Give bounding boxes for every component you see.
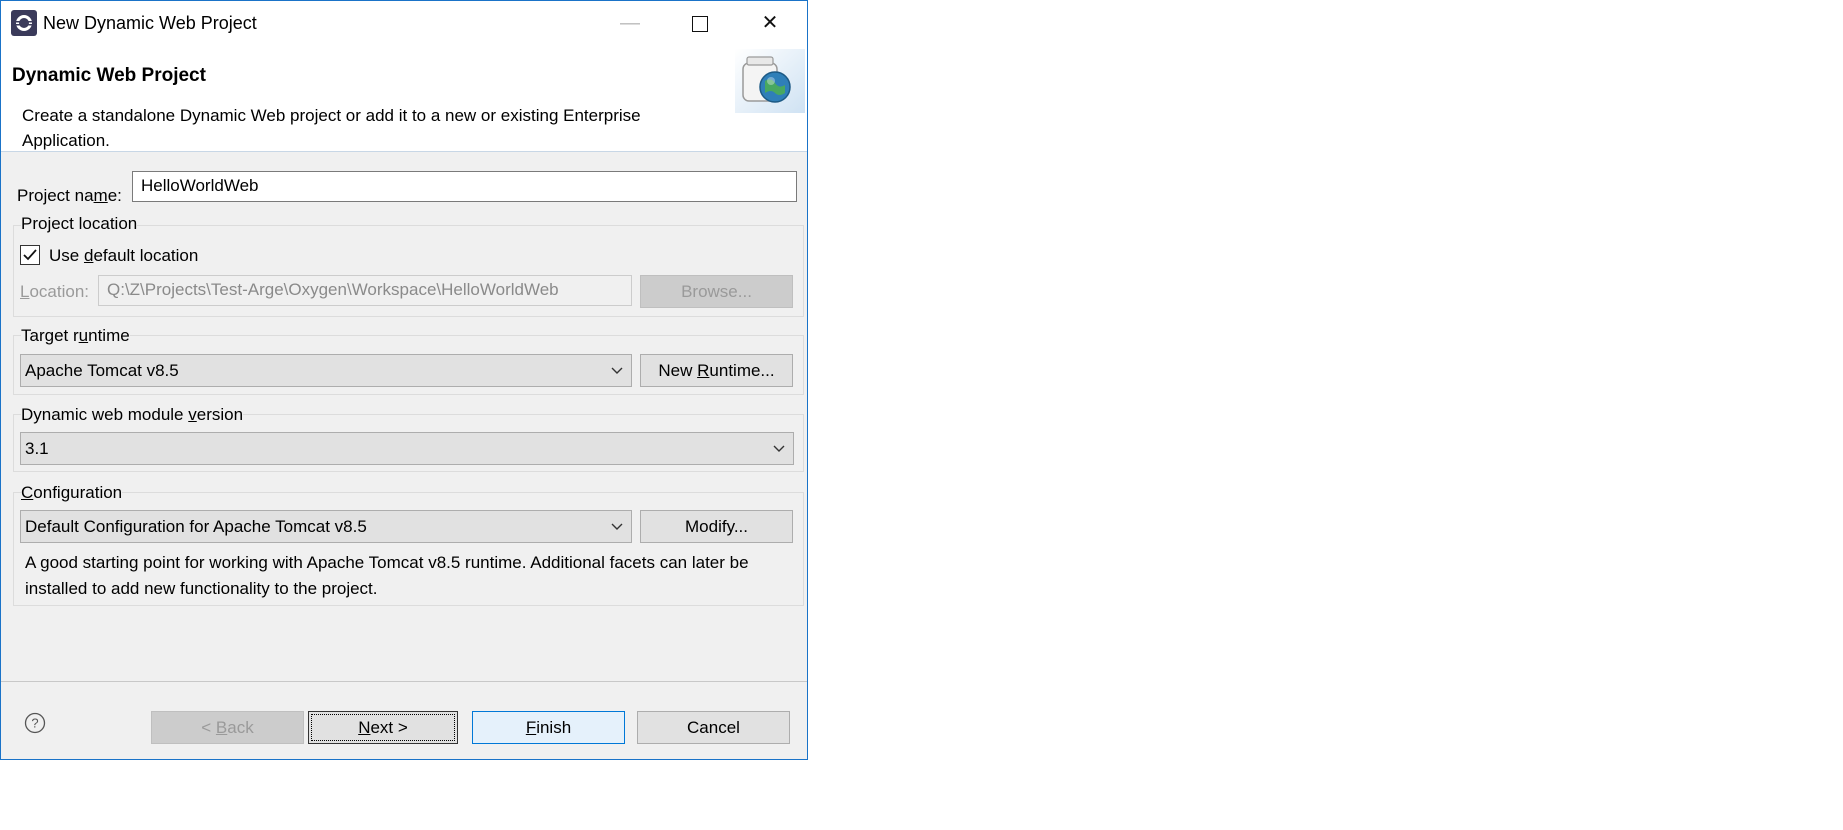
eclipse-app-icon [11, 10, 37, 36]
help-label: ? [31, 716, 38, 731]
project-location-title: Project location [21, 214, 138, 234]
location-input: Q:\Z\Projects\Test-Arge\Oxygen\Workspace… [98, 275, 632, 306]
module-version-title: Dynamic web module version [21, 405, 244, 425]
target-runtime-selected: Apache Tomcat v8.5 [25, 361, 179, 380]
minimize-icon: — [620, 12, 640, 34]
close-icon: ✕ [761, 12, 779, 34]
use-default-location-checkbox[interactable] [20, 245, 40, 265]
web-project-globe-icon [735, 49, 805, 113]
module-version-combo[interactable]: 3.1 [20, 432, 794, 465]
maximize-button[interactable] [665, 1, 735, 45]
project-name-label: Project name: [17, 186, 122, 205]
chevron-down-icon [611, 523, 623, 530]
finish-button[interactable]: Finish [472, 711, 625, 744]
next-button[interactable]: Next > [308, 711, 458, 744]
close-button[interactable]: ✕ [735, 1, 805, 45]
project-name-input[interactable]: HelloWorldWeb [132, 171, 797, 202]
chevron-down-icon [773, 445, 785, 452]
browse-button: Browse... [640, 275, 793, 308]
module-version-selected: 3.1 [25, 439, 49, 458]
maximize-icon [692, 15, 708, 32]
footer-separator [1, 681, 807, 682]
modify-button[interactable]: Modify... [640, 510, 793, 543]
configuration-description: A good starting point for working with A… [25, 553, 749, 598]
help-icon[interactable]: ? [24, 712, 46, 734]
checkmark-icon [23, 249, 37, 261]
use-default-location-label[interactable]: Use default location [49, 246, 198, 266]
window-title: New Dynamic Web Project [43, 13, 257, 33]
location-label: Location: [20, 282, 90, 301]
page-title: Dynamic Web Project [12, 65, 206, 86]
configuration-selected: Default Configuration for Apache Tomcat … [25, 517, 367, 536]
wizard-header: Dynamic Web Project Create a standalone … [1, 45, 807, 152]
configuration-combo[interactable]: Default Configuration for Apache Tomcat … [20, 510, 632, 543]
configuration-title: Configuration [21, 483, 123, 503]
target-runtime-combo[interactable]: Apache Tomcat v8.5 [20, 354, 632, 387]
new-dynamic-web-project-dialog: New Dynamic Web Project — ✕ Dynamic Web … [0, 0, 808, 760]
target-runtime-title: Target runtime [21, 326, 130, 346]
back-button: < Back [151, 711, 304, 744]
minimize-button[interactable]: — [595, 1, 665, 45]
new-runtime-button[interactable]: New Runtime... [640, 354, 793, 387]
page-description: Create a standalone Dynamic Web project … [22, 106, 641, 150]
chevron-down-icon [611, 367, 623, 374]
cancel-button[interactable]: Cancel [637, 711, 790, 744]
title-bar[interactable]: New Dynamic Web Project — ✕ [1, 1, 807, 45]
